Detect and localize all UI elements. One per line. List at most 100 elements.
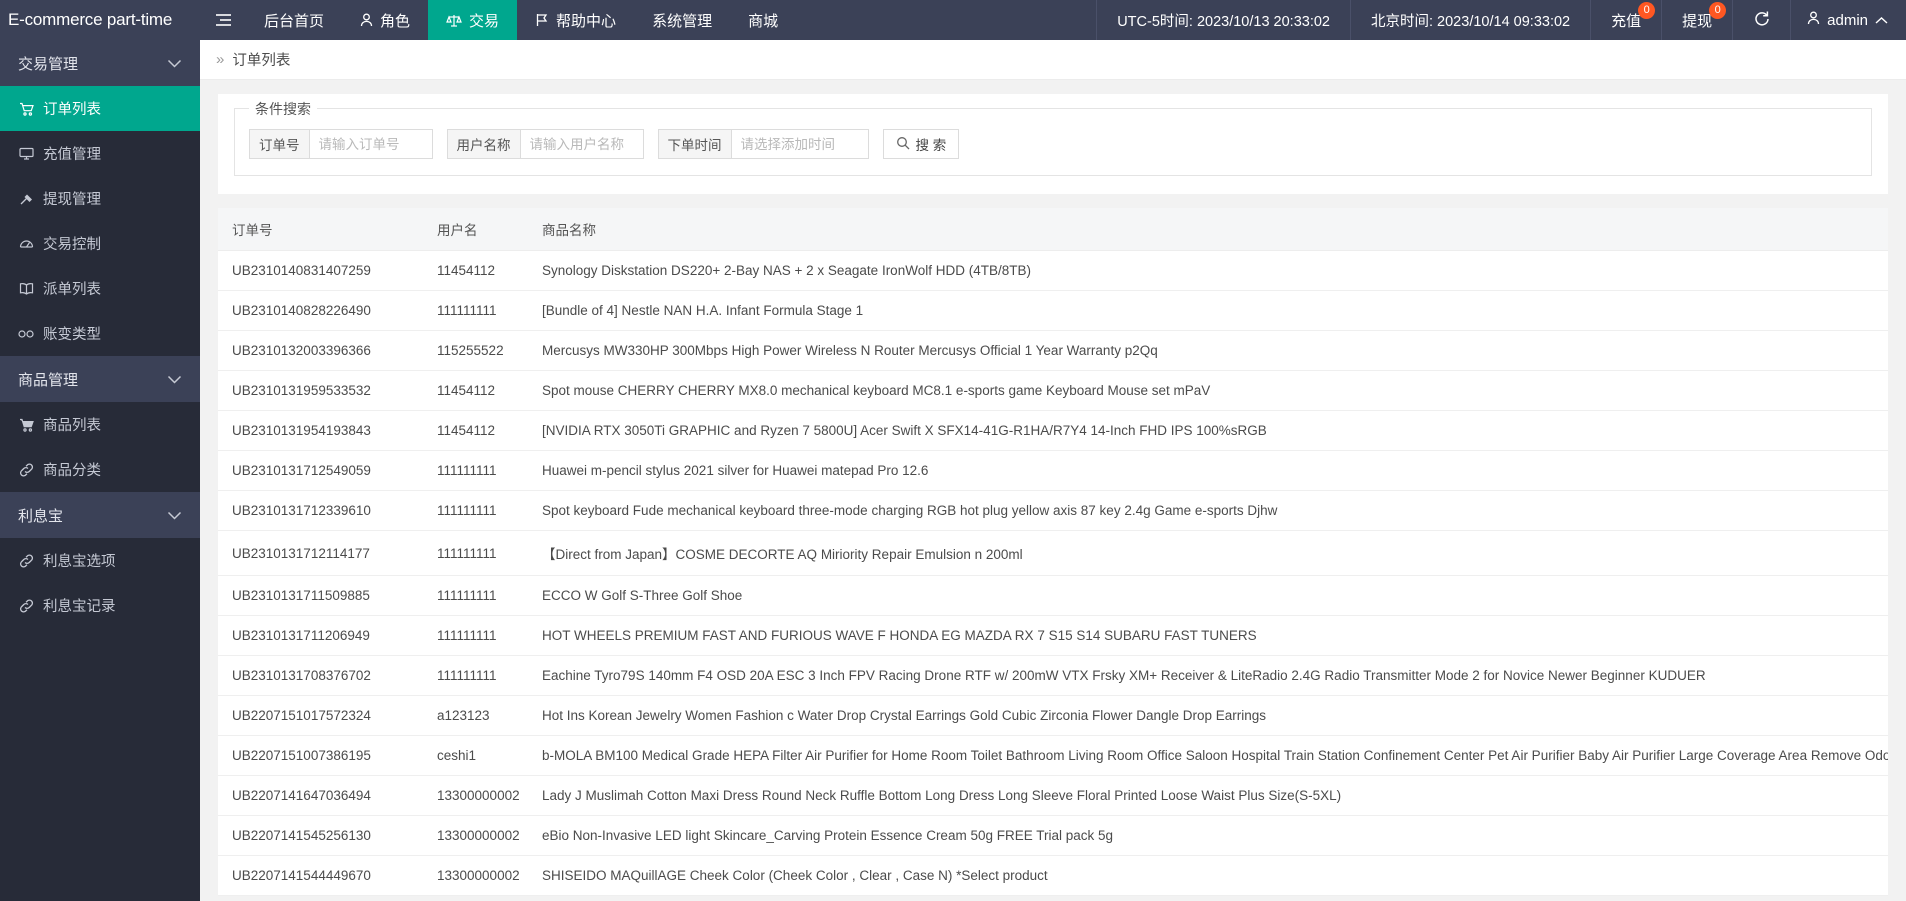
table-cell: 111111111: [437, 490, 542, 531]
table-row[interactable]: UB2207141647036494 13300000002 Lady J Musl…: [218, 775, 1888, 816]
main-content: » 订单列表 条件搜索 订单号 用户名称 下单时间: [200, 40, 1906, 901]
nav-item-home[interactable]: 后台首页: [246, 0, 342, 40]
sidebar-item-interest-options[interactable]: 利息宝选项: [0, 538, 200, 583]
nav-item-help-center[interactable]: 帮助中心: [517, 0, 634, 40]
table-cell: 111111111: [437, 450, 542, 491]
page-title: 订单列表: [232, 53, 291, 69]
table-cell: UB2310131712549059: [218, 450, 437, 491]
sidebar-group-interest-treasure[interactable]: 利息宝: [0, 492, 200, 538]
link-icon: [18, 553, 34, 568]
table-row[interactable]: UB2207141545256130 13300000002 eBio Non-In…: [218, 815, 1888, 856]
monitor-icon: [18, 147, 34, 160]
table-cell: UB2207151017572324: [218, 695, 437, 736]
table-cell: 111111111: [437, 530, 542, 576]
sidebar-toggle-button[interactable]: [200, 0, 246, 40]
refresh-button[interactable]: [1732, 0, 1790, 40]
table-row[interactable]: UB2310131954193843 11454112 [NVIDIA RTX 30…: [218, 410, 1888, 451]
search-icon: [896, 136, 910, 153]
table-row[interactable]: UB2310131711206949 111111111 HOT WHEELS PR…: [218, 615, 1888, 656]
table-row[interactable]: UB2310131708376702 111111111 Eachine Tyro7…: [218, 655, 1888, 696]
table-row[interactable]: UB2207151017572324 a123123 Hot Ins Korean …: [218, 695, 1888, 736]
user-icon: [1807, 11, 1820, 29]
orders-table-container: 订单号 用户名 商品名称 UB2310140831407259 11454112 S…: [218, 208, 1888, 896]
table-header-row: 订单号 用户名 商品名称: [218, 208, 1888, 251]
user-name-group: 用户名称: [446, 129, 644, 159]
user-name-input[interactable]: [519, 129, 644, 159]
scale-icon: [446, 13, 462, 28]
table-cell: UB2310132003396366: [218, 330, 437, 371]
search-legend: 条件搜索: [249, 99, 317, 119]
utc-time: UTC-5时间: 2023/10/13 20:33:02: [1096, 0, 1350, 40]
table-cell: 13300000002: [437, 855, 542, 896]
gavel-icon: [18, 192, 34, 206]
chevron-down-icon: [167, 507, 182, 524]
table-row[interactable]: UB2207151007386195 ceshi1 b-MOLA BM100 Med…: [218, 735, 1888, 776]
nav-item-trade[interactable]: 交易: [428, 0, 518, 40]
sidebar-item-recharge-management[interactable]: 充值管理: [0, 131, 200, 176]
sidebar-item-label: 利息宝记录: [43, 599, 116, 615]
table-row[interactable]: UB2310131712114177 111111111 【Direct from …: [218, 530, 1888, 576]
table-cell: [NVIDIA RTX 3050Ti GRAPHIC and Ryzen 7 5…: [542, 410, 1888, 451]
order-time-input[interactable]: [730, 129, 869, 159]
recharge-button[interactable]: 充值 0: [1590, 0, 1661, 40]
cart-icon: [18, 102, 34, 116]
sidebar-item-trade-control[interactable]: 交易控制: [0, 221, 200, 266]
breadcrumb-chevron-icon: »: [216, 51, 225, 68]
chevron-down-icon: [167, 55, 182, 72]
table-cell: UB2310140831407259: [218, 250, 437, 291]
table-cell: UB2310131959533532: [218, 370, 437, 411]
sidebar-item-withdraw-management[interactable]: 提现管理: [0, 176, 200, 221]
search-panel: 条件搜索 订单号 用户名称 下单时间: [218, 94, 1888, 194]
table-row[interactable]: UB2310131712549059 111111111 Huawei m-penc…: [218, 450, 1888, 491]
sidebar-group-product-management[interactable]: 商品管理: [0, 356, 200, 402]
nav-item-system[interactable]: 系统管理: [634, 0, 730, 40]
table-row[interactable]: UB2310140828226490 111111111 [Bundle of 4]…: [218, 290, 1888, 331]
table-row[interactable]: UB2310140831407259 11454112 Synology Disks…: [218, 250, 1888, 291]
sidebar-item-interest-records[interactable]: 利息宝记录: [0, 583, 200, 628]
table-cell: UB2310131708376702: [218, 655, 437, 696]
sidebar-item-account-change-type[interactable]: 账变类型: [0, 311, 200, 356]
table-cell: 115255522: [437, 330, 542, 371]
hamburger-icon: [215, 13, 232, 27]
sidebar-group-label: 利息宝: [18, 507, 64, 525]
table-cell: Lady J Muslimah Cotton Maxi Dress Round …: [542, 775, 1888, 816]
search-button-label: 搜 索: [915, 138, 947, 153]
nav-item-role[interactable]: 角色: [342, 0, 428, 40]
search-button[interactable]: 搜 索: [882, 129, 960, 159]
sidebar-item-label: 充值管理: [43, 147, 101, 163]
table-row[interactable]: UB2310131959533532 11454112 Spot mouse CHE…: [218, 370, 1888, 411]
table-cell: Spot keyboard Fude mechanical keyboard t…: [542, 490, 1888, 531]
table-cell: 111111111: [437, 290, 542, 331]
book-icon: [18, 282, 34, 295]
nav-item-mall[interactable]: 商城: [730, 0, 796, 40]
sidebar-item-product-list[interactable]: 商品列表: [0, 402, 200, 447]
table-row[interactable]: UB2207141544449670 13300000002 SHISEIDO MA…: [218, 855, 1888, 896]
sidebar-item-product-category[interactable]: 商品分类: [0, 447, 200, 492]
link-icon: [18, 598, 34, 613]
table-row[interactable]: UB2310132003396366 115255522 Mercusys MW33…: [218, 330, 1888, 371]
table-cell: 11454112: [437, 250, 542, 291]
sidebar-group-trade-management[interactable]: 交易管理: [0, 40, 200, 86]
withdraw-button[interactable]: 提现 0: [1661, 0, 1732, 40]
table-row[interactable]: UB2310131711509885 111111111 ECCO W Golf S…: [218, 575, 1888, 616]
top-header: E-commerce part-time 后台首页 角色 交易 帮助中心 系统管…: [0, 0, 1906, 40]
table-cell: Spot mouse CHERRY CHERRY MX8.0 mechanica…: [542, 370, 1888, 411]
table-cell: Mercusys MW330HP 300Mbps High Power Wire…: [542, 330, 1888, 371]
order-no-input[interactable]: [308, 129, 433, 159]
table-cell: UB2310131712339610: [218, 490, 437, 531]
refresh-icon: [1753, 10, 1770, 31]
table-cell: UB2207141545256130: [218, 815, 437, 856]
table-cell: 11454112: [437, 370, 542, 411]
table-cell: 13300000002: [437, 775, 542, 816]
sidebar-item-order-list[interactable]: 订单列表: [0, 86, 200, 131]
sidebar-item-dispatch-list[interactable]: 派单列表: [0, 266, 200, 311]
user-menu[interactable]: admin: [1790, 0, 1906, 40]
order-no-group: 订单号: [249, 129, 433, 159]
sidebar-item-label: 商品分类: [43, 463, 101, 479]
user-name: admin: [1827, 11, 1868, 29]
table-row[interactable]: UB2310131712339610 111111111 Spot keyboard…: [218, 490, 1888, 531]
table-cell: a123123: [437, 695, 542, 736]
column-header-user-name: 用户名: [437, 208, 542, 251]
table-cell: UB2207151007386195: [218, 735, 437, 776]
table-cell: 111111111: [437, 575, 542, 616]
